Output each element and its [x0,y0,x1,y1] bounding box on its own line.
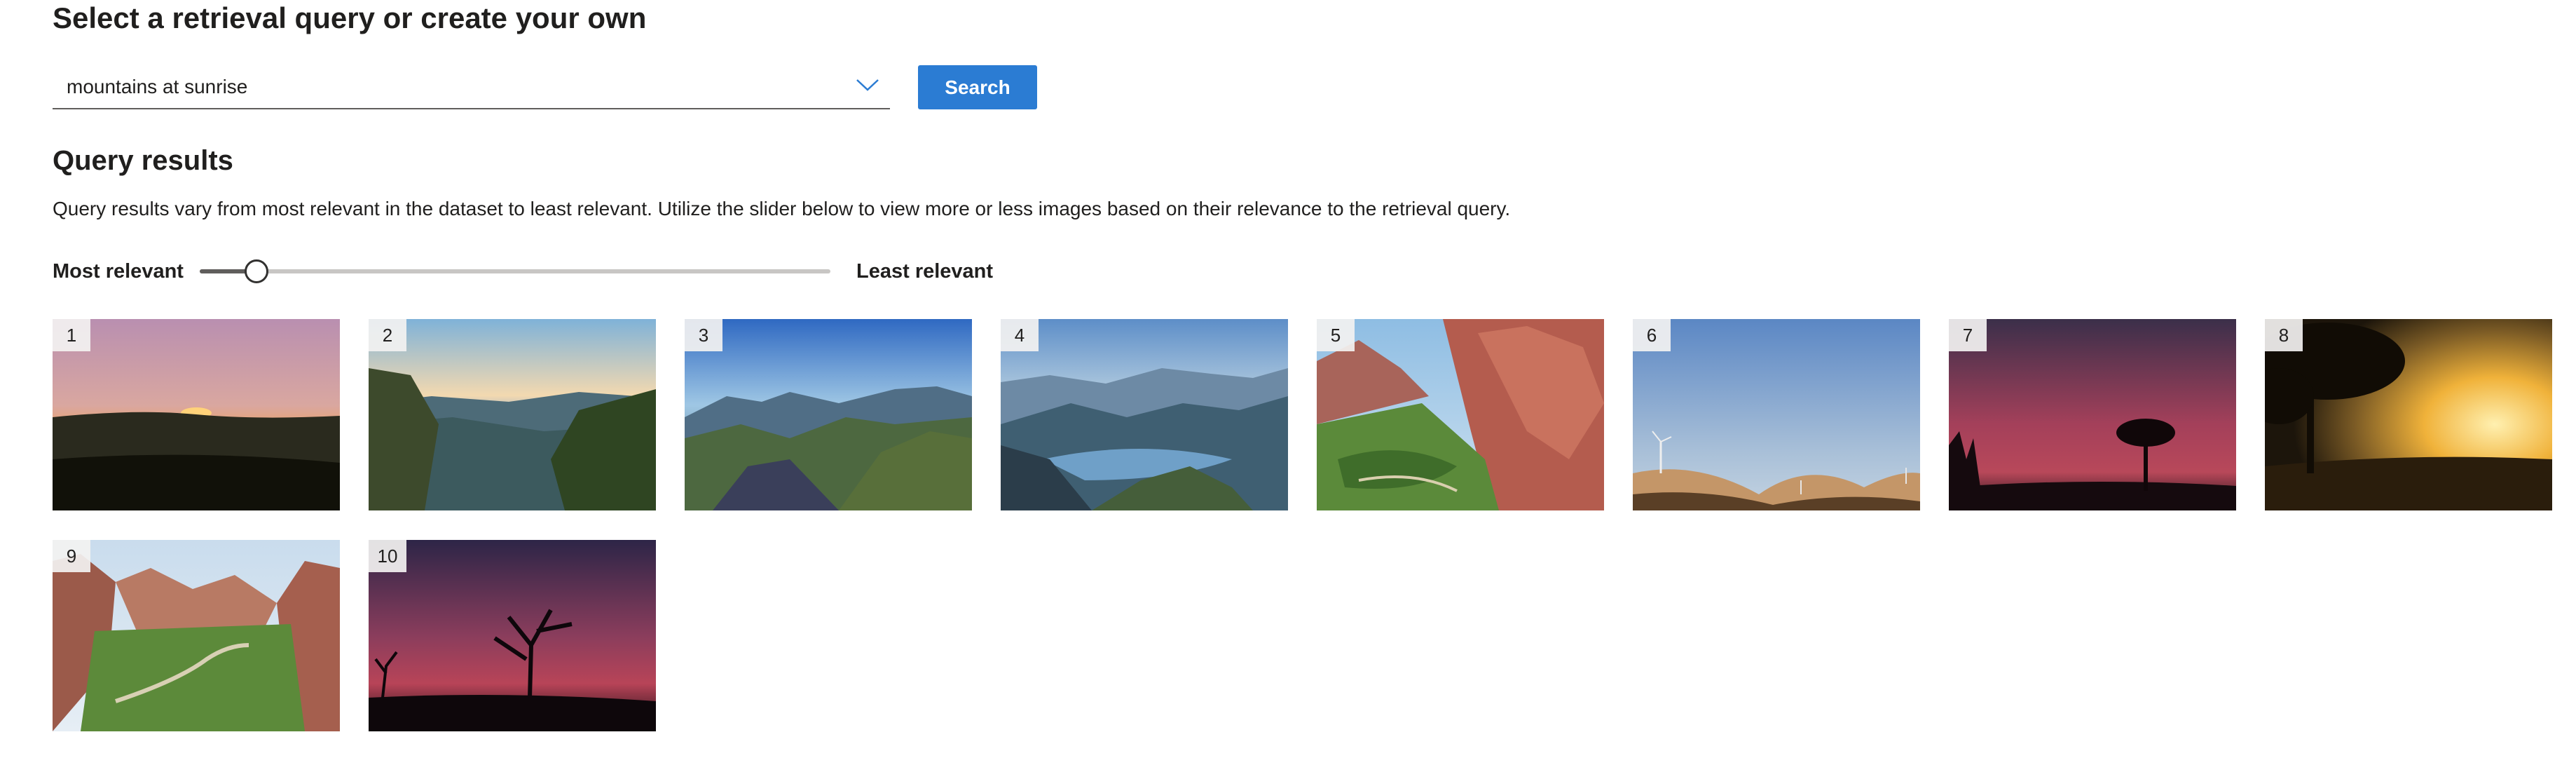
result-image[interactable]: 6 [1633,319,1920,510]
relevance-slider[interactable] [200,259,830,283]
result-image[interactable]: 2 [369,319,656,510]
chevron-down-icon[interactable] [855,74,880,95]
slider-label-most-relevant: Most relevant [53,260,184,283]
result-image-picture [2265,319,2552,510]
relevance-slider-thumb[interactable] [245,259,268,283]
result-rank-badge: 5 [1317,319,1355,351]
result-rank-badge: 9 [53,540,90,572]
result-image-picture [53,540,340,731]
results-heading: Query results [53,145,233,176]
query-dropdown[interactable]: mountains at sunrise [53,65,890,109]
result-rank-badge: 3 [685,319,722,351]
result-image-picture [1949,319,2236,510]
result-image-picture [1633,319,1920,510]
result-image-picture [685,319,972,510]
result-image[interactable]: 1 [53,319,340,510]
result-image-picture [53,319,340,510]
result-image-picture [1001,319,1288,510]
page-title: Select a retrieval query or create your … [53,1,647,34]
result-image[interactable]: 7 [1949,319,2236,510]
search-button[interactable]: Search [918,65,1037,109]
result-image-picture [1317,319,1604,510]
result-rank-badge: 10 [369,540,406,572]
result-rank-badge: 8 [2265,319,2303,351]
result-image[interactable]: 10 [369,540,656,731]
result-rank-badge: 1 [53,319,90,351]
result-rank-badge: 4 [1001,319,1039,351]
result-image[interactable]: 9 [53,540,340,731]
results-description: Query results vary from most relevant in… [53,198,1511,219]
result-image[interactable]: 5 [1317,319,1604,510]
query-dropdown-value: mountains at sunrise [67,76,248,97]
result-image[interactable]: 4 [1001,319,1288,510]
slider-label-least-relevant: Least relevant [856,260,994,283]
result-rank-badge: 2 [369,319,406,351]
result-image[interactable]: 3 [685,319,972,510]
result-rank-badge: 6 [1633,319,1671,351]
result-image[interactable]: 8 [2265,319,2552,510]
result-image-picture [369,540,656,731]
result-rank-badge: 7 [1949,319,1987,351]
result-image-picture [369,319,656,510]
